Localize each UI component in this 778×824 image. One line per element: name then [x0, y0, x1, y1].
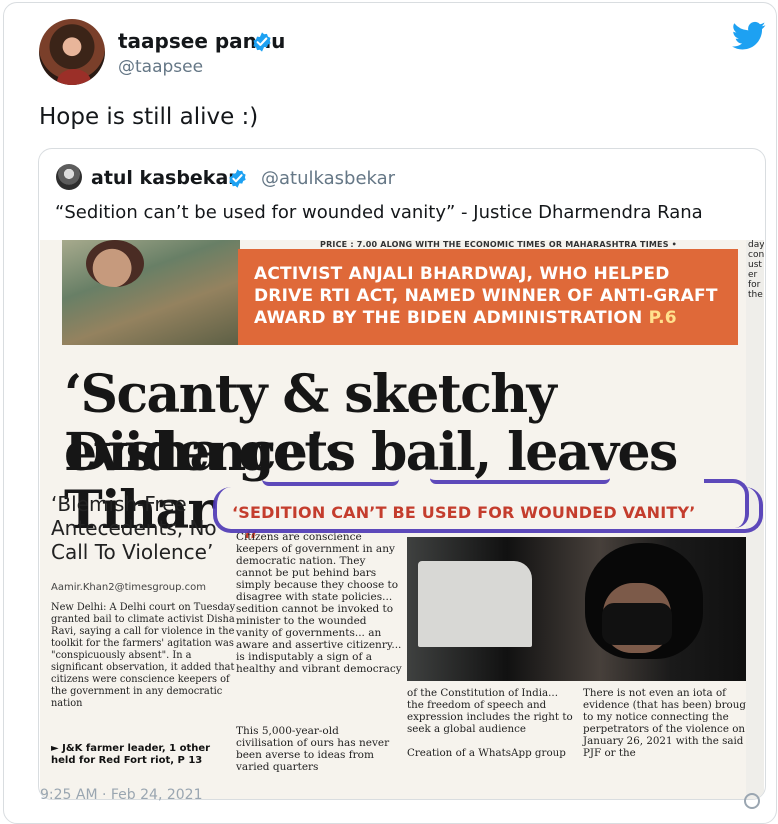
taapsee-avatar[interactable] [39, 19, 105, 85]
quoted-tweet-text: “Sedition can’t be used for wounded vani… [55, 202, 703, 223]
purple-corner-mark [704, 479, 749, 528]
purple-box-mark [213, 487, 763, 533]
verified-badge-icon [229, 169, 246, 188]
tweet-text: Hope is still alive :) [39, 104, 259, 130]
twitter-bird-icon[interactable] [732, 21, 766, 51]
photo-caption-column-2-more: Creation of a WhatsApp group [407, 747, 566, 759]
quoted-author-handle[interactable]: @atulkasbekar [261, 168, 395, 189]
related-news-item: ► J&K farmer leader, 1 other held for Re… [51, 743, 211, 766]
newspaper-lower-quote: This 5,000-year-old civilisation of ours… [236, 725, 390, 773]
right-clipped-text: day con ust er for the [748, 240, 764, 300]
top-left-news-photo [62, 240, 240, 345]
purple-underline-mark [430, 472, 610, 484]
photo-caption-column-3: There is not even an iota of evidence (t… [583, 687, 757, 759]
newspaper-quote-body: Citizens are conscience keepers of gover… [236, 531, 402, 675]
newspaper-left-body: New Delhi: A Delhi court on Tuesday gran… [51, 602, 236, 709]
info-icon[interactable] [744, 793, 760, 809]
atul-kasbekar-avatar[interactable] [56, 164, 82, 190]
tweet-author-handle[interactable]: @taapsee [118, 57, 203, 77]
face-mask-shape [602, 603, 672, 645]
purple-underline-mark [262, 472, 399, 486]
photo-caption-column-2-text: of the Constitution of India... the free… [407, 687, 573, 735]
quoted-tweet-card[interactable]: atul kasbekar @atulkasbekar “Sedition ca… [38, 148, 766, 800]
orange-banner-page: P.6 [648, 308, 677, 328]
newspaper-price-strip: PRICE : 7.00 ALONG WITH THE ECONOMIC TIM… [320, 240, 677, 249]
newspaper-byline: Aamir.Khan2@timesgroup.com [51, 582, 206, 593]
verified-badge-icon [253, 32, 271, 52]
newspaper-subhead: ‘Blemish-Free Antecedents, No Call To Vi… [51, 492, 217, 564]
quoted-author-name[interactable]: atul kasbekar [91, 167, 238, 189]
tweet-timestamp[interactable]: 9:25 AM · Feb 24, 2021 [40, 787, 202, 803]
tweet-card[interactable]: taapsee pannu @taapsee Hope is still ali… [3, 2, 777, 824]
orange-news-banner: ACTIVIST ANJALI BHARDWAJ, WHO HELPED DRI… [238, 249, 738, 345]
photo-caption-column-2: of the Constitution of India... the free… [407, 687, 577, 759]
newspaper-photo[interactable]: PRICE : 7.00 ALONG WITH THE ECONOMIC TIM… [40, 240, 764, 799]
car-window-shape [418, 561, 532, 647]
